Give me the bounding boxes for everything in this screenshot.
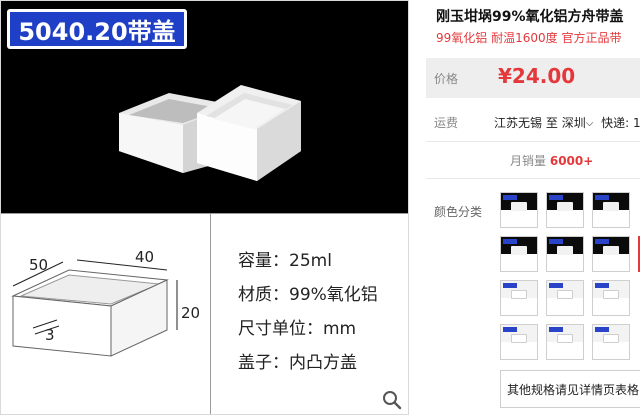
color-swatch[interactable] [546,324,584,360]
spec-unit: 尺寸单位：mm [238,319,357,339]
chevron-down-icon[interactable]: ⌵ [586,118,594,129]
color-swatch[interactable] [592,192,630,228]
diagram-divider [210,214,211,414]
product-info-panel: 刚玉坩埚99%氧化铝方舟带盖 99氧化铝 耐温1600度 官方正品带 价格 ¥2… [416,0,640,419]
shipping-label: 运费 [434,116,459,130]
spec-lid: 盖子：内凸方盖 [238,353,357,373]
color-swatch[interactable] [500,280,538,316]
shipping-express: 快递: 10 [601,116,640,130]
dimension-diagram: 50 40 20 3 容量：25ml 材质：99%氧化铝 尺寸单位：mm 盖子：… [1,213,408,414]
dim-length: 50 [29,256,49,274]
price-label: 价格 [434,72,459,86]
color-swatch[interactable] [546,192,584,228]
price-value: ¥24.00 [498,64,576,88]
color-swatch[interactable] [546,280,584,316]
product-photo: 5040.20带盖 [1,1,408,213]
shipping-destination[interactable]: 深圳 [562,116,586,130]
product-subtitle: 99氧化铝 耐温1600度 官方正品带 [436,31,622,45]
color-swatch[interactable] [592,236,630,272]
model-badge-text: 5040.20带盖 [10,12,184,46]
divider [426,178,640,179]
spec-capacity: 容量：25ml [238,251,332,271]
product-main-image[interactable]: 5040.20带盖 50 40 20 3 容量：25ml 材质：99%氧化铝 尺… [0,0,409,415]
box-dimension-drawing [11,259,178,357]
dim-width: 40 [135,248,155,266]
color-swatch[interactable] [592,324,630,360]
magnifier-icon[interactable] [381,389,403,411]
model-badge: 5040.20带盖 [7,9,187,49]
color-swatch[interactable] [546,236,584,272]
color-category-label: 颜色分类 [434,205,483,219]
shipping-to: 至 [545,116,558,130]
shipping-origin: 江苏无锡 [494,116,543,130]
sales-label: 月销量 [510,154,547,168]
color-swatch[interactable] [592,280,630,316]
color-swatch[interactable] [500,324,538,360]
product-title: 刚玉坩埚99%氧化铝方舟带盖 [436,9,624,25]
spec-list: 容量：25ml 材质：99%氧化铝 尺寸单位：mm 盖子：内凸方盖 [238,244,378,380]
sales-value: 6000+ [549,154,594,168]
other-spec-button[interactable]: 其他规格请见详情页表格 [500,370,640,408]
color-swatch-grid [500,192,640,360]
color-swatch[interactable] [500,192,538,228]
dim-wall: 3 [45,326,55,344]
price-box: 价格 ¥24.00 [426,58,640,98]
divider [426,141,640,142]
monthly-sales: 月销量 6000+ [510,152,593,169]
spec-material: 材质：99%氧化铝 [238,285,378,305]
color-swatch[interactable] [500,236,538,272]
dim-height: 20 [181,304,201,322]
shipping-info: 江苏无锡 至 深圳⌵ 快递: 10 [494,114,640,131]
